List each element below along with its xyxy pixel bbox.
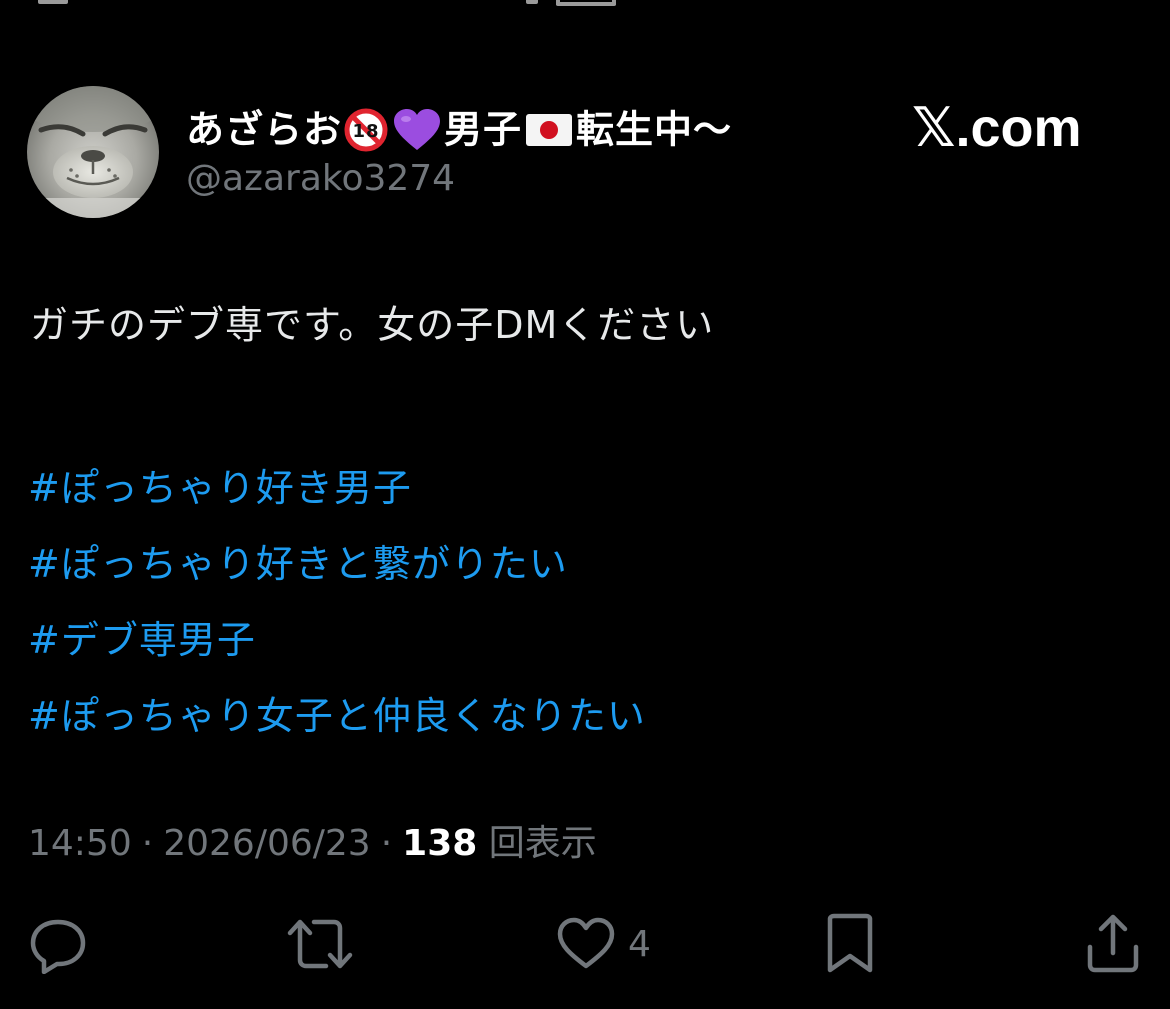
display-name[interactable]: あざらお 18 男子 転生中〜 xyxy=(186,101,732,156)
action-bar: 4 xyxy=(0,912,1170,982)
bookmark-button[interactable] xyxy=(824,912,876,976)
tweet-meta: 14:50 · 2026/06/23 · 138 回表示 xyxy=(28,820,597,868)
tweet-time[interactable]: 14:50 xyxy=(28,823,132,864)
repost-button[interactable] xyxy=(286,912,354,976)
seal-avatar-image xyxy=(27,86,159,218)
meta-separator: · xyxy=(141,823,154,864)
brand-suffix: .com xyxy=(955,98,1082,158)
reply-icon xyxy=(30,919,86,974)
heart-outline-icon xyxy=(557,917,615,969)
share-button[interactable] xyxy=(1086,912,1140,976)
reply-button[interactable] xyxy=(28,912,88,976)
hashtag-list: #ぽっちゃり好き男子 #ぽっちゃり好きと繋がりたい #デブ専男子 #ぽっちゃり女… xyxy=(28,450,646,754)
top-edge-fragment xyxy=(38,0,68,4)
no-under-18-icon: 18 xyxy=(344,108,388,151)
repost-icon xyxy=(287,919,353,969)
share-icon xyxy=(1087,914,1139,973)
tweet-date[interactable]: 2026/06/23 xyxy=(163,823,371,864)
x-com-watermark: 𝕏.com xyxy=(912,96,1082,160)
meta-separator: · xyxy=(380,823,393,864)
display-name-part1: あざらお xyxy=(186,107,343,152)
views-label: 回表示 xyxy=(488,823,597,864)
user-handle[interactable]: @azarako3274 xyxy=(186,156,455,202)
bookmark-icon xyxy=(827,913,873,973)
display-name-part3: 転生中〜 xyxy=(576,107,733,152)
like-count: 4 xyxy=(628,923,651,965)
tweet-text: ガチのデブ専です。女の子DMください xyxy=(30,303,715,347)
top-edge-fragment xyxy=(556,0,616,6)
purple-heart-icon xyxy=(394,108,441,150)
badge-18-text: 18 xyxy=(352,121,379,142)
views-count: 138 xyxy=(402,823,478,864)
hashtag-link[interactable]: #ぽっちゃり女子と仲良くなりたい xyxy=(28,678,646,754)
avatar[interactable] xyxy=(27,86,159,218)
display-name-part2: 男子 xyxy=(444,107,523,152)
hashtag-link[interactable]: #デブ専男子 xyxy=(28,602,646,678)
hashtag-link[interactable]: #ぽっちゃり好きと繋がりたい xyxy=(28,526,646,602)
like-button[interactable]: 4 xyxy=(556,912,651,976)
top-edge-fragment xyxy=(526,0,538,4)
x-logo-glyph: 𝕏 xyxy=(912,96,956,159)
hashtag-link[interactable]: #ぽっちゃり好き男子 xyxy=(28,450,646,526)
japan-flag-icon xyxy=(526,113,573,146)
